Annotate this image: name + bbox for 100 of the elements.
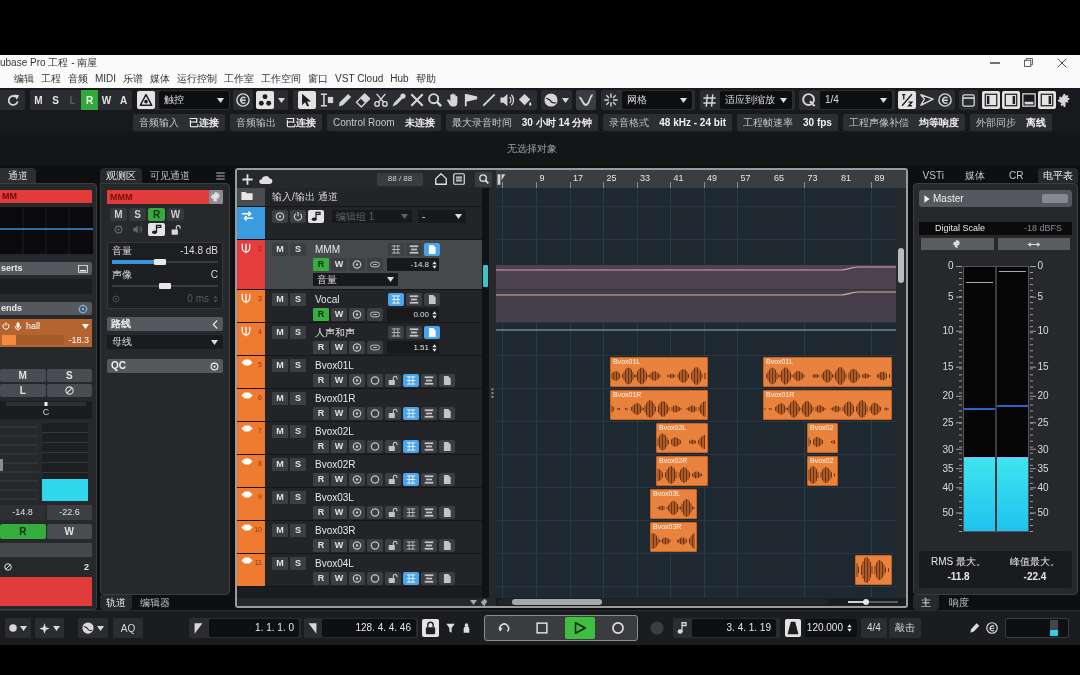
- circle-icon[interactable]: [367, 539, 383, 552]
- solo-button[interactable]: S: [290, 557, 306, 570]
- paint-bucket-icon[interactable]: [518, 93, 532, 107]
- mute-button[interactable]: M: [272, 458, 288, 471]
- toggle-button[interactable]: A: [115, 90, 132, 110]
- grid-icon[interactable]: [388, 243, 404, 256]
- ring-icon[interactable]: [349, 258, 365, 271]
- ring-icon[interactable]: [272, 210, 288, 223]
- expand-triangle-icon[interactable]: [924, 194, 930, 203]
- caret-icon[interactable]: [53, 625, 60, 631]
- tab[interactable]: 观测区: [100, 168, 142, 183]
- menu-item[interactable]: 工程: [41, 73, 61, 85]
- menu-item[interactable]: 编辑: [14, 73, 34, 85]
- q-icon[interactable]: [802, 93, 816, 107]
- fraction-icon[interactable]: [898, 91, 916, 109]
- menu-item[interactable]: 工作室: [224, 73, 255, 85]
- solo-button[interactable]: S: [290, 243, 306, 256]
- lock-icon[interactable]: [170, 224, 181, 235]
- toggle-button[interactable]: R: [148, 208, 165, 221]
- write-button[interactable]: W: [331, 539, 347, 552]
- scroll-thumb[interactable]: [512, 599, 602, 605]
- add-icon[interactable]: [242, 173, 253, 185]
- menu-item[interactable]: 运行控制: [177, 73, 218, 85]
- funnel-icon[interactable]: [446, 623, 455, 633]
- panel-icon[interactable]: [78, 264, 88, 273]
- microphone-icon[interactable]: [14, 321, 22, 331]
- write-button[interactable]: W: [331, 473, 347, 486]
- dot-icon[interactable]: [9, 624, 17, 632]
- grid-icon[interactable]: [403, 572, 419, 585]
- bars-icon[interactable]: [421, 473, 437, 486]
- grid-icon[interactable]: [388, 326, 404, 339]
- list-icon[interactable]: [453, 173, 465, 185]
- caret-icon[interactable]: [20, 625, 27, 631]
- scrollbar[interactable]: [896, 188, 906, 598]
- panel-right-icon[interactable]: [1038, 91, 1056, 109]
- ring-icon[interactable]: [349, 407, 365, 420]
- play-button[interactable]: [565, 617, 595, 639]
- pan-thumb[interactable]: [159, 283, 171, 289]
- expand-button[interactable]: [997, 238, 1070, 250]
- tab[interactable]: 通道: [0, 168, 36, 183]
- home-icon[interactable]: [435, 173, 447, 185]
- volume-slider[interactable]: [112, 259, 218, 265]
- write-button[interactable]: W: [331, 506, 347, 519]
- cloud-icon[interactable]: [259, 173, 272, 185]
- grid-icon[interactable]: [403, 374, 419, 387]
- gear-icon[interactable]: [1058, 93, 1071, 107]
- circle-icon[interactable]: [367, 440, 383, 453]
- circle-icon[interactable]: [367, 572, 383, 585]
- aq-button[interactable]: AQ: [113, 618, 143, 638]
- time-signature[interactable]: 4/4: [861, 618, 887, 638]
- scrollbar[interactable]: [482, 188, 489, 598]
- mute-button[interactable]: M: [272, 293, 288, 306]
- grid-icon[interactable]: [403, 440, 419, 453]
- tempo-field[interactable]: 120.000: [805, 619, 857, 637]
- solo-button[interactable]: S: [290, 359, 306, 372]
- note-icon[interactable]: [148, 223, 165, 236]
- write-button[interactable]: W: [331, 258, 347, 271]
- menu-item[interactable]: VST Cloud: [335, 73, 384, 85]
- ring-icon[interactable]: [349, 374, 365, 387]
- pan-slider[interactable]: [6, 402, 86, 407]
- power-icon[interactable]: [2, 322, 10, 330]
- toggle-button[interactable]: M: [30, 90, 47, 110]
- e-circle-icon[interactable]: [938, 93, 952, 107]
- document-icon[interactable]: [424, 293, 440, 306]
- zoom-handle[interactable]: [848, 601, 866, 603]
- bars-icon[interactable]: [406, 293, 422, 306]
- menu-icon[interactable]: [216, 171, 225, 180]
- toggle-button[interactable]: R: [0, 524, 46, 539]
- link-icon[interactable]: [367, 258, 383, 271]
- read-button[interactable]: R: [313, 572, 329, 585]
- caret-icon[interactable]: [470, 599, 477, 605]
- mute-button[interactable]: M: [272, 359, 288, 372]
- mute-button[interactable]: M: [272, 392, 288, 405]
- volume-thumb[interactable]: [154, 259, 167, 265]
- sparkle-icon[interactable]: [39, 622, 50, 634]
- lock-icon[interactable]: [385, 374, 401, 387]
- minimize-icon[interactable]: [990, 61, 1000, 64]
- circle-slash-icon[interactable]: [4, 563, 12, 571]
- caret-icon[interactable]: [82, 323, 89, 329]
- value-field[interactable]: 0.00: [387, 308, 439, 321]
- mute-button[interactable]: M: [272, 557, 288, 570]
- ball-icon[interactable]: [82, 622, 94, 634]
- document-icon[interactable]: [439, 407, 455, 420]
- ball-icon[interactable]: [544, 93, 558, 107]
- toggle-button[interactable]: L: [0, 384, 46, 397]
- solo-button[interactable]: S: [290, 491, 306, 504]
- eraser-icon[interactable]: [356, 93, 370, 107]
- panel-left-icon[interactable]: [982, 91, 1000, 109]
- scroll-thumb[interactable]: [483, 265, 488, 287]
- value-field[interactable]: -14.8: [387, 258, 439, 271]
- toggle-button[interactable]: W: [98, 90, 115, 110]
- window-icon[interactable]: [962, 93, 975, 107]
- circle-icon[interactable]: [367, 473, 383, 486]
- tap-button[interactable]: 敲击: [888, 618, 921, 638]
- document-icon[interactable]: [424, 326, 440, 339]
- lock-icon[interactable]: [385, 572, 401, 585]
- magnifier-icon[interactable]: [428, 93, 442, 107]
- power-icon[interactable]: [290, 210, 306, 223]
- hash-icon[interactable]: [703, 93, 716, 107]
- grid-icon[interactable]: [403, 473, 419, 486]
